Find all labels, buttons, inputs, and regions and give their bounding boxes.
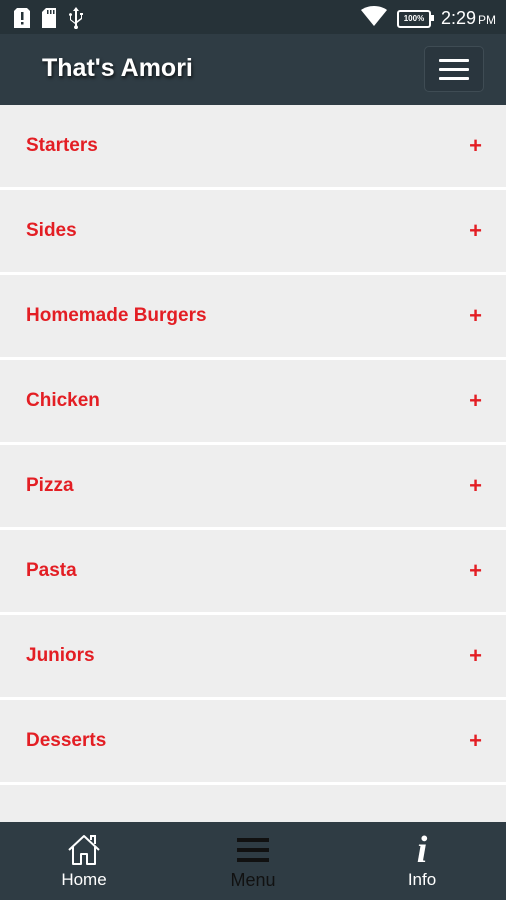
- nav-menu-label: Menu: [230, 870, 276, 890]
- category-label: Homemade Burgers: [26, 305, 207, 326]
- menu-icon: [237, 832, 269, 868]
- app-bar: That's Amori: [0, 34, 506, 105]
- clock-ampm: PM: [478, 13, 496, 27]
- wifi-icon: [360, 6, 387, 31]
- category-label: Starters: [26, 135, 98, 156]
- expand-plus-icon[interactable]: +: [469, 218, 482, 244]
- home-icon: [66, 832, 102, 868]
- battery-level: 100%: [403, 14, 425, 23]
- bottom-nav: Home Menu i Info: [0, 822, 506, 900]
- expand-plus-icon[interactable]: +: [469, 558, 482, 584]
- expand-plus-icon[interactable]: +: [469, 473, 482, 499]
- expand-plus-icon[interactable]: +: [469, 643, 482, 669]
- expand-plus-icon[interactable]: +: [469, 388, 482, 414]
- nav-home-label: Home: [61, 870, 107, 889]
- category-homemade-burgers[interactable]: Homemade Burgers +: [0, 275, 506, 357]
- info-glyph: i: [416, 829, 428, 871]
- clock: 2:29 PM: [441, 8, 496, 29]
- category-chicken[interactable]: Chicken +: [0, 360, 506, 442]
- nav-menu[interactable]: Menu: [169, 822, 337, 900]
- hamburger-menu-icon[interactable]: [424, 46, 484, 92]
- info-icon: i: [416, 829, 428, 871]
- category-label: Sides: [26, 220, 77, 241]
- category-pizza[interactable]: Pizza +: [0, 445, 506, 527]
- category-list: Starters + Sides + Homemade Burgers + Ch…: [0, 105, 506, 822]
- nav-home[interactable]: Home: [0, 822, 168, 900]
- alert-icon: [14, 8, 30, 33]
- battery-icon: 100%: [396, 9, 434, 28]
- app-title: That's Amori: [42, 54, 193, 82]
- category-label: Juniors: [26, 645, 95, 666]
- category-desserts[interactable]: Desserts +: [0, 700, 506, 782]
- category-partial-next[interactable]: [0, 785, 506, 822]
- category-label: Pizza: [26, 475, 74, 496]
- category-juniors[interactable]: Juniors +: [0, 615, 506, 697]
- category-sides[interactable]: Sides +: [0, 190, 506, 272]
- category-label: Pasta: [26, 560, 77, 581]
- expand-plus-icon[interactable]: +: [469, 133, 482, 159]
- category-label: Chicken: [26, 390, 100, 411]
- category-label: Desserts: [26, 730, 107, 751]
- sd-card-icon: [42, 8, 56, 33]
- nav-info-label: Info: [407, 870, 437, 889]
- clock-time: 2:29: [440, 8, 476, 28]
- nav-info[interactable]: i Info: [338, 822, 506, 900]
- category-pasta[interactable]: Pasta +: [0, 530, 506, 612]
- usb-icon: [68, 7, 84, 34]
- expand-plus-icon[interactable]: +: [469, 303, 482, 329]
- category-starters[interactable]: Starters +: [0, 105, 506, 187]
- status-bar: 100% 2:29 PM: [0, 0, 506, 34]
- expand-plus-icon[interactable]: +: [469, 728, 482, 754]
